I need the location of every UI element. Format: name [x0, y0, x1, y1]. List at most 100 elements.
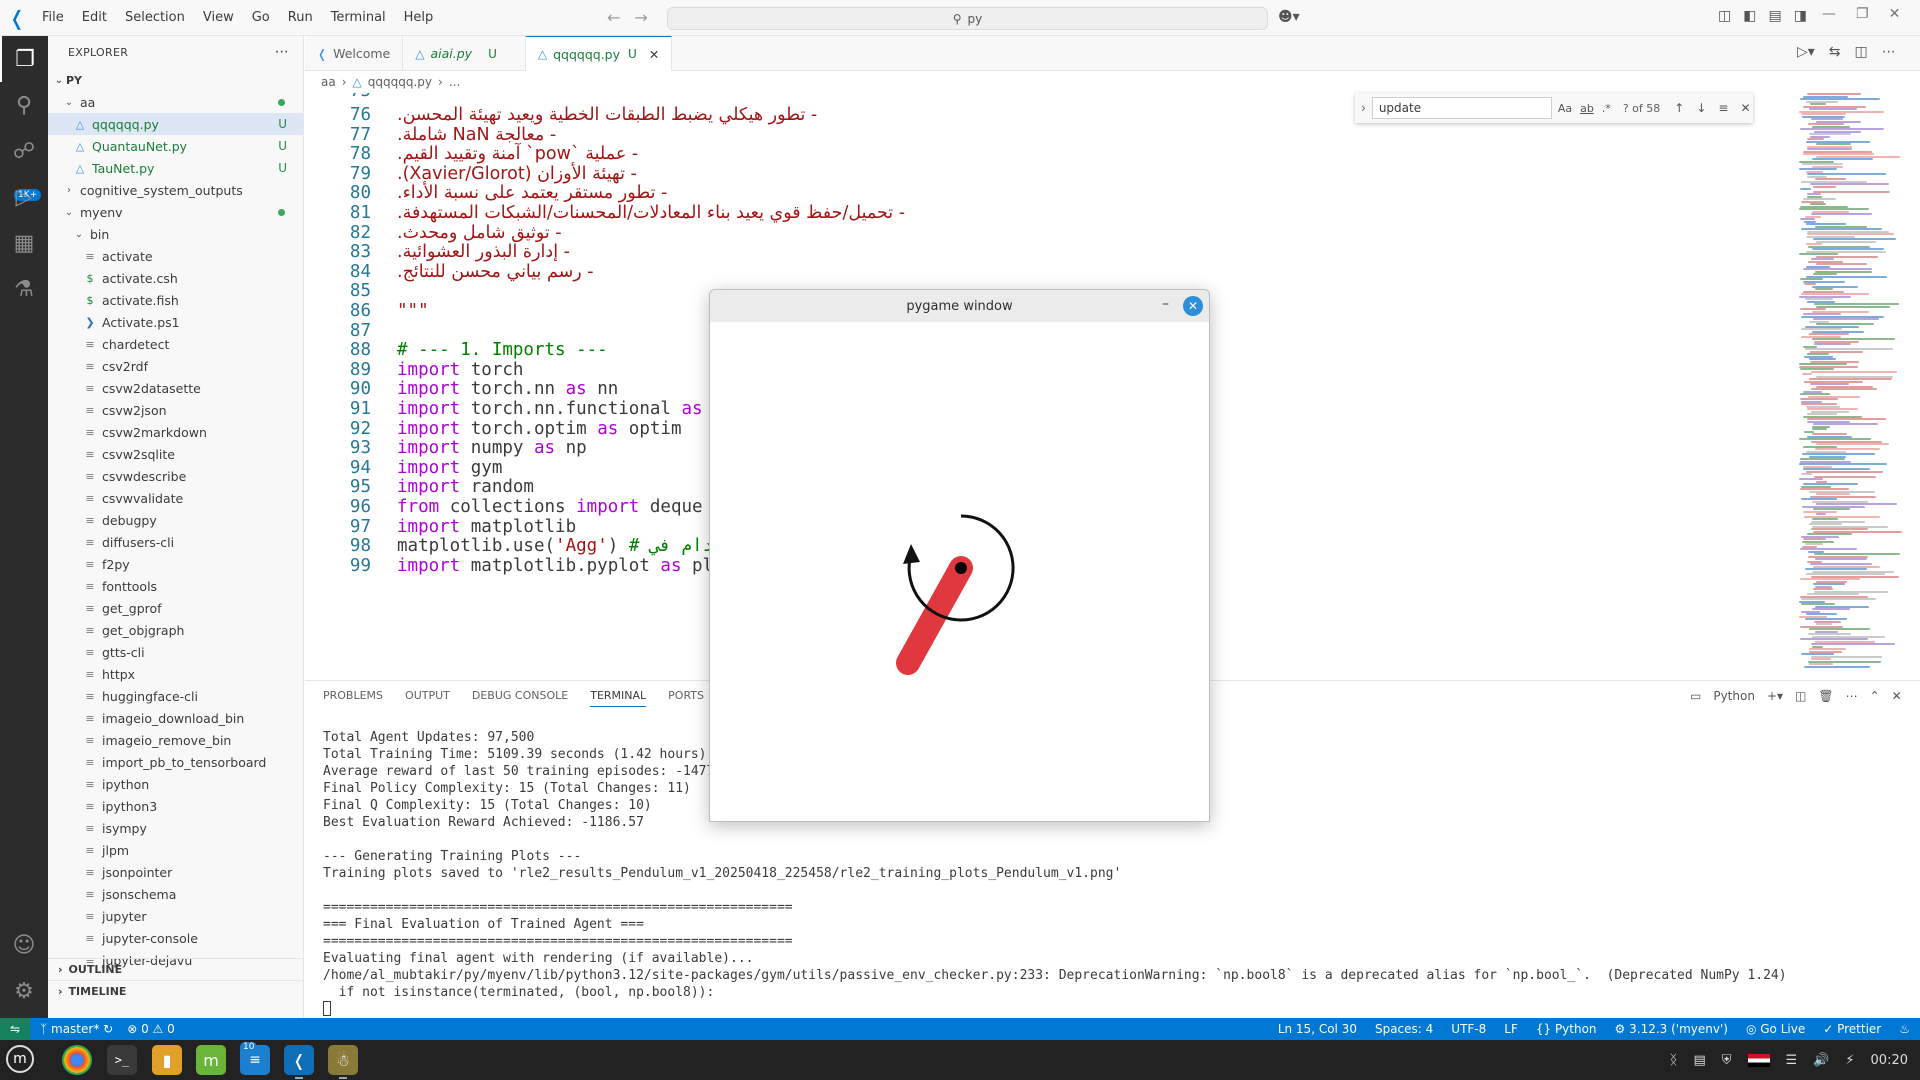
end-of-line[interactable]: LF	[1504, 1022, 1518, 1036]
indentation[interactable]: Spaces: 4	[1375, 1022, 1433, 1036]
menu-terminal[interactable]: Terminal	[323, 0, 394, 36]
explorer-icon[interactable]: ❐	[0, 36, 48, 82]
maximize-panel-icon[interactable]: ⌃	[1870, 689, 1880, 703]
previous-match-icon[interactable]: ↑	[1674, 101, 1684, 115]
tab-qqqqqq[interactable]: △ qqqqqq.py U ✕	[525, 36, 673, 71]
prettier[interactable]: ✓ Prettier	[1823, 1022, 1881, 1036]
breadcrumb-folder[interactable]: aa	[321, 75, 336, 89]
tree-file[interactable]: △ TauNet.py U	[48, 157, 303, 179]
tree-file[interactable]: ≡ csvwdescribe	[48, 465, 303, 487]
tree-file[interactable]: ≡ isympy	[48, 817, 303, 839]
tree-file[interactable]: ≡ debugpy	[48, 509, 303, 531]
forward-arrow-icon[interactable]: →	[634, 8, 647, 27]
more-actions-icon[interactable]: ⋯	[1846, 689, 1858, 703]
testing-icon[interactable]: ⚗	[0, 266, 48, 312]
tab-problems[interactable]: PROBLEMS	[323, 689, 383, 707]
terminal-app-icon[interactable]: >_	[107, 1045, 137, 1075]
tree-file[interactable]: ≡ ipython3	[48, 795, 303, 817]
menu-run[interactable]: Run	[280, 0, 321, 36]
tree-file[interactable]: ≡ activate	[48, 245, 303, 267]
mint-update-icon[interactable]: m	[196, 1045, 226, 1075]
menu-selection[interactable]: Selection	[117, 0, 193, 36]
tab-aiai[interactable]: △ aiai.py U	[403, 36, 526, 71]
split-editor-icon[interactable]: ◫	[1855, 44, 1868, 60]
pygame-titlebar[interactable]: pygame window – ✕	[710, 290, 1209, 322]
start-menu-icon[interactable]: m	[6, 1045, 34, 1073]
tree-file[interactable]: ≡ gtts-cli	[48, 641, 303, 663]
problems-count[interactable]: ⊗ 0 ⚠ 0	[127, 1022, 175, 1036]
clipboard-icon[interactable]: ▤	[1693, 1053, 1705, 1068]
maximize-icon[interactable]: ❐	[1856, 6, 1869, 22]
next-match-icon[interactable]: ↓	[1696, 101, 1706, 115]
tree-file[interactable]: ≡ csvw2sqlite	[48, 443, 303, 465]
settings-gear-icon[interactable]: ⚙	[0, 968, 48, 1014]
tree-file[interactable]: ≡ chardetect	[48, 333, 303, 355]
find-input[interactable]: update	[1371, 97, 1552, 119]
close-icon[interactable]: ✕	[1183, 296, 1203, 316]
tree-file[interactable]: ≡ get_objgraph	[48, 619, 303, 641]
shield-icon[interactable]: ⛨	[1722, 1053, 1732, 1068]
tree-file[interactable]: ≡ import_pb_to_tensorboard	[48, 751, 303, 773]
power-icon[interactable]: ⚡	[1845, 1053, 1854, 1068]
source-control-icon[interactable]: ☍	[0, 128, 48, 174]
minimap[interactable]	[1795, 93, 1905, 678]
more-actions-icon[interactable]: ⋯	[1882, 44, 1896, 60]
menu-help[interactable]: Help	[396, 0, 442, 36]
close-find-icon[interactable]: ✕	[1740, 101, 1750, 115]
pygame-window[interactable]: pygame window – ✕	[709, 289, 1210, 822]
find-in-selection-icon[interactable]: ≡	[1718, 101, 1728, 115]
toggle-sidebar-icon[interactable]: ◧	[1743, 8, 1756, 24]
breadcrumb-symbol[interactable]: ...	[449, 75, 460, 89]
tab-debug-console[interactable]: DEBUG CONSOLE	[472, 689, 568, 707]
menu-edit[interactable]: Edit	[74, 0, 115, 36]
match-case-icon[interactable]: Aa	[1558, 102, 1572, 115]
tree-file[interactable]: ≡ jsonschema	[48, 883, 303, 905]
tree-file[interactable]: ≡ csvw2datasette	[48, 377, 303, 399]
tree-file[interactable]: ≡ huggingface-cli	[48, 685, 303, 707]
back-arrow-icon[interactable]: ←	[607, 8, 620, 27]
tree-folder[interactable]: ⌄ bin	[48, 223, 303, 245]
pygame-taskbar-icon[interactable]: ☃	[328, 1045, 358, 1079]
extensions-icon[interactable]: ▦	[0, 220, 48, 266]
tree-file[interactable]: ≡ csvwvalidate	[48, 487, 303, 509]
tree-file[interactable]: ≡ get_gprof	[48, 597, 303, 619]
match-whole-word-icon[interactable]: ab	[1580, 102, 1594, 115]
copilot-icon[interactable]: ☻▾	[1278, 9, 1300, 25]
clock[interactable]: 00:20	[1871, 1053, 1908, 1068]
notifications-bell-icon[interactable]: ♨	[1899, 1022, 1910, 1036]
close-icon[interactable]: ✕	[1889, 6, 1901, 22]
tree-file[interactable]: △ qqqqqq.py U	[48, 113, 303, 135]
minimize-icon[interactable]: –	[1162, 296, 1169, 312]
outline-section[interactable]: › OUTLINE	[48, 958, 303, 980]
minimize-icon[interactable]: —	[1822, 6, 1836, 22]
tree-file[interactable]: ≡ jupyter-console	[48, 927, 303, 949]
tree-file[interactable]: ≡ ipython	[48, 773, 303, 795]
run-python-icon[interactable]: ▷▾	[1797, 44, 1815, 60]
search-view-icon[interactable]: ⚲	[0, 82, 48, 128]
tree-file[interactable]: ≡ csvw2json	[48, 399, 303, 421]
volume-icon[interactable]: 🔊	[1813, 1053, 1829, 1068]
customize-layout-icon[interactable]: ◫	[1718, 8, 1731, 24]
terminal-shell-name[interactable]: Python	[1713, 689, 1755, 703]
tree-file[interactable]: ≡ jsonpointer	[48, 861, 303, 883]
menu-file[interactable]: File	[34, 0, 72, 36]
tree-file[interactable]: ≡ httpx	[48, 663, 303, 685]
new-terminal-icon[interactable]: +▾	[1767, 689, 1783, 703]
go-live[interactable]: ◎ Go Live	[1746, 1022, 1805, 1036]
close-tab-icon[interactable]: ✕	[649, 47, 659, 62]
cursor-position[interactable]: Ln 15, Col 30	[1278, 1022, 1357, 1036]
tree-folder[interactable]: ⌄ myenv	[48, 201, 303, 223]
remote-icon[interactable]: ⇋	[0, 1018, 30, 1040]
account-icon[interactable]: ☺	[0, 922, 48, 968]
toggle-replace-icon[interactable]: ›	[1361, 101, 1366, 115]
tree-file[interactable]: ≡ csv2rdf	[48, 355, 303, 377]
menu-go[interactable]: Go	[244, 0, 278, 36]
files-icon[interactable]: ▮	[152, 1045, 182, 1075]
toggle-secondary-sidebar-icon[interactable]: ◨	[1794, 8, 1807, 24]
tree-file[interactable]: △ QuantauNet.py U	[48, 135, 303, 157]
workspace-root[interactable]: ⌄ PY	[48, 69, 303, 91]
timeline-section[interactable]: › TIMELINE	[48, 980, 303, 1002]
toggle-panel-icon[interactable]: ▤	[1768, 8, 1781, 24]
tree-file[interactable]: ≡ f2py	[48, 553, 303, 575]
terminal-prompt[interactable]	[323, 1001, 1787, 1018]
